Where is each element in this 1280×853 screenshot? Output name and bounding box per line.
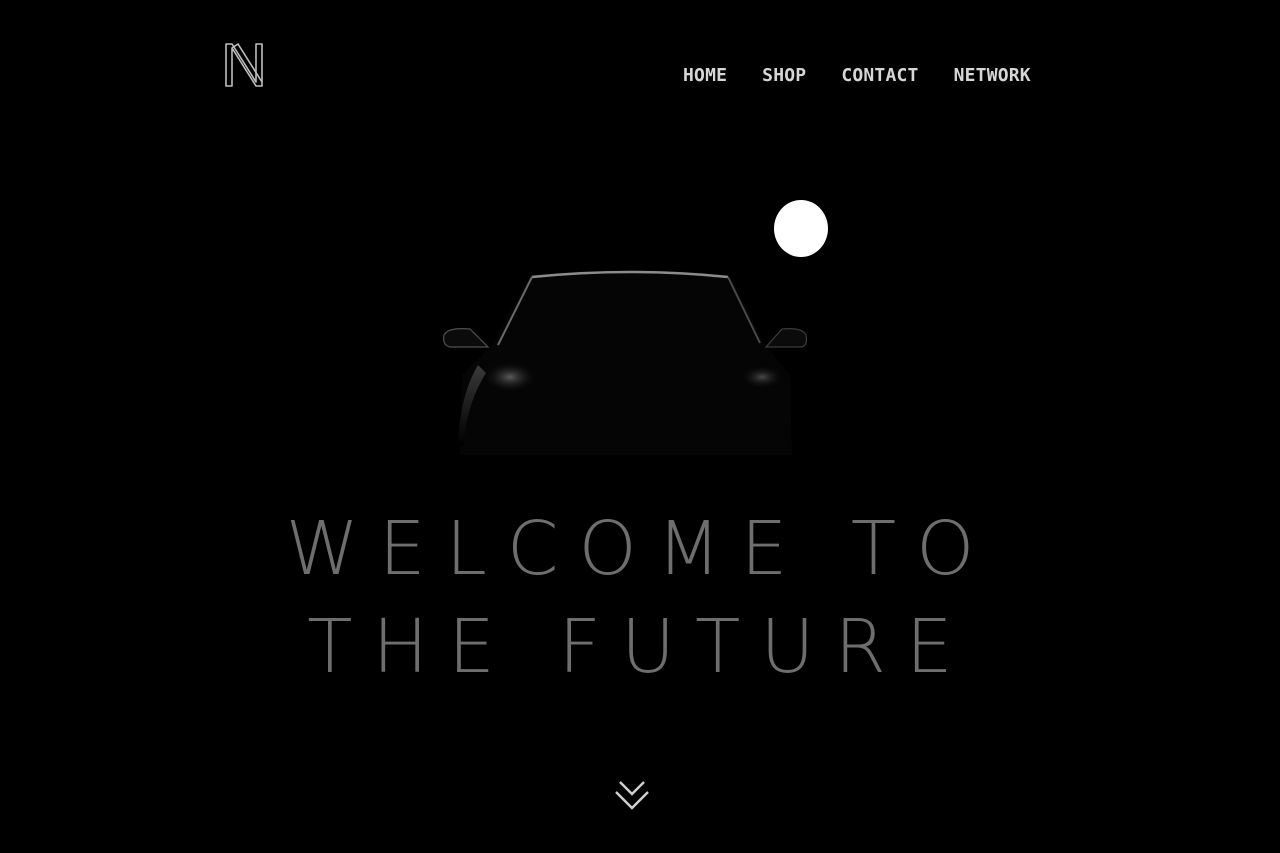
n-monogram-logo[interactable] <box>222 40 266 90</box>
hero-title: WELCOME TO THE FUTURE <box>0 500 1280 696</box>
hero-title-line2: THE FUTURE <box>307 604 973 690</box>
car-silhouette <box>443 270 808 455</box>
nav-shop[interactable]: SHOP <box>762 64 806 88</box>
nav-network[interactable]: NETWORK <box>954 64 1031 88</box>
hero-title-line1: WELCOME TO <box>285 506 995 592</box>
nav-contact[interactable]: CONTACT <box>841 64 918 88</box>
landing-page: HOME SHOP CONTACT NETWORK WELCOME TO THE… <box>0 0 1280 853</box>
nav-home[interactable]: HOME <box>683 64 727 88</box>
moon-circle <box>774 200 828 257</box>
double-chevron-down-icon[interactable] <box>612 776 652 812</box>
main-nav: HOME SHOP CONTACT NETWORK <box>683 64 1031 88</box>
